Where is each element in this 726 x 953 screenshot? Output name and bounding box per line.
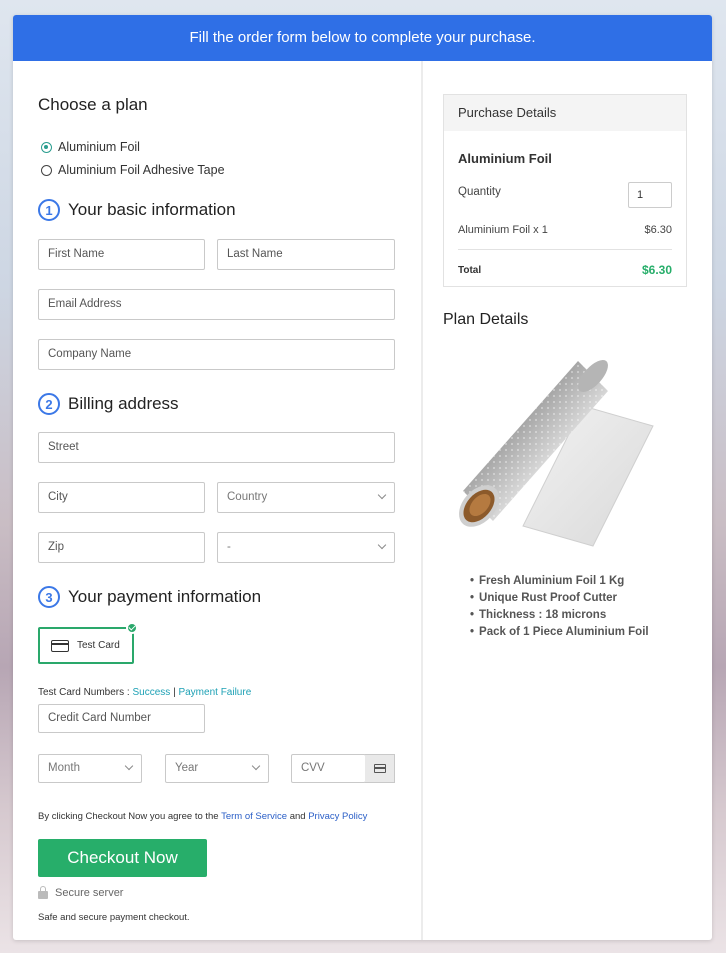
form-column: Choose a plan Aluminium Foil Aluminium F… [13, 61, 421, 940]
purchase-details-box: Purchase Details Aluminium Foil Quantity… [443, 94, 687, 287]
plan-option-label: Aluminium Foil Adhesive Tape [58, 163, 225, 177]
year-select[interactable]: Year [165, 754, 269, 783]
street-input[interactable]: Street [38, 432, 395, 463]
step-number-icon: 3 [38, 586, 60, 608]
aluminium-foil-image [459, 359, 654, 547]
cvv-help-button[interactable] [365, 754, 395, 783]
chevron-down-icon [124, 761, 134, 771]
cvv-input[interactable]: CVV [291, 754, 366, 783]
checkout-now-button[interactable]: Checkout Now [38, 839, 207, 877]
step-heading: Your basic information [68, 200, 236, 219]
total-label: Total [458, 265, 482, 276]
basic-info-section-title: 1 Your basic information [38, 199, 236, 221]
privacy-policy-link[interactable]: Privacy Policy [308, 811, 367, 822]
city-input[interactable]: City [38, 482, 205, 513]
step-heading: Your payment information [68, 587, 262, 606]
step-heading: Billing address [68, 394, 179, 413]
email-input[interactable]: Email Address [38, 289, 395, 320]
plan-features-list: Fresh Aluminium Foil 1 Kg Unique Rust Pr… [470, 573, 649, 641]
plan-option-label: Aluminium Foil [58, 140, 140, 154]
secure-server: Secure server [38, 886, 124, 899]
plan-feature: Fresh Aluminium Foil 1 Kg [470, 573, 649, 590]
radio-unselected-icon[interactable] [41, 164, 52, 176]
top-banner: Fill the order form below to complete yo… [13, 15, 712, 61]
check-circle-icon [126, 622, 138, 634]
line-item-price: $6.30 [644, 224, 672, 236]
test-card-numbers: Test Card Numbers : Success | Payment Fa… [38, 687, 251, 698]
last-name-input[interactable]: Last Name [217, 239, 395, 270]
terms-text: By clicking Checkout Now you agree to th… [38, 811, 367, 822]
payment-section-title: 3 Your payment information [38, 586, 261, 608]
radio-selected-icon[interactable] [41, 141, 52, 153]
plan-details-heading: Plan Details [443, 311, 529, 328]
year-select-value: Year [175, 762, 199, 774]
month-select-value: Month [48, 762, 80, 774]
plan-option-adhesive-tape[interactable]: Aluminium Foil Adhesive Tape [41, 163, 225, 177]
plan-feature: Unique Rust Proof Cutter [470, 590, 649, 607]
total-value: $6.30 [641, 263, 672, 277]
state-select[interactable]: - [217, 532, 395, 563]
test-card-label: Test Card [77, 640, 120, 651]
plan-feature: Pack of 1 Piece Aluminium Foil [470, 624, 649, 641]
chevron-down-icon [377, 490, 387, 500]
state-select-value: - [227, 541, 231, 553]
step-number-icon: 2 [38, 393, 60, 415]
card-icon [373, 764, 386, 773]
chevron-down-icon [251, 761, 261, 771]
secure-note: Safe and secure payment checkout. [38, 912, 190, 923]
terms-and: and [289, 811, 306, 822]
plan-option-aluminium-foil[interactable]: Aluminium Foil [41, 140, 140, 154]
test-card-option[interactable]: Test Card [38, 622, 138, 664]
month-select[interactable]: Month [38, 754, 142, 783]
chevron-down-icon [377, 540, 387, 550]
quantity-label: Quantity [458, 186, 501, 198]
zip-input[interactable]: Zip [38, 532, 205, 563]
success-link[interactable]: Success [132, 687, 170, 698]
country-select-value: Country [227, 491, 268, 503]
payment-failure-link[interactable]: Payment Failure [178, 687, 251, 698]
summary-column: Purchase Details Aluminium Foil Quantity… [423, 61, 712, 940]
company-name-input[interactable]: Company Name [38, 339, 395, 370]
billing-section-title: 2 Billing address [38, 393, 179, 415]
link-separator: | [173, 687, 176, 698]
line-item-label: Aluminium Foil x 1 [458, 224, 548, 236]
credit-card-icon [51, 639, 69, 652]
first-name-input[interactable]: First Name [38, 239, 205, 270]
test-card-numbers-label: Test Card Numbers : [38, 687, 130, 698]
summary-divider [458, 249, 672, 250]
lock-icon [38, 886, 48, 899]
product-name: Aluminium Foil [458, 151, 552, 166]
secure-server-label: Secure server [55, 887, 124, 899]
terms-prefix: By clicking Checkout Now you agree to th… [38, 811, 219, 822]
quantity-input[interactable]: 1 [628, 182, 672, 208]
step-number-icon: 1 [38, 199, 60, 221]
plan-feature: Thickness : 18 microns [470, 607, 649, 624]
country-select[interactable]: Country [217, 482, 395, 513]
choose-plan-heading: Choose a plan [38, 95, 148, 114]
credit-card-number-input[interactable]: Credit Card Number [38, 704, 205, 733]
purchase-details-heading: Purchase Details [444, 95, 686, 131]
terms-of-service-link[interactable]: Term of Service [221, 811, 287, 822]
order-form-card: Fill the order form below to complete yo… [13, 15, 712, 940]
